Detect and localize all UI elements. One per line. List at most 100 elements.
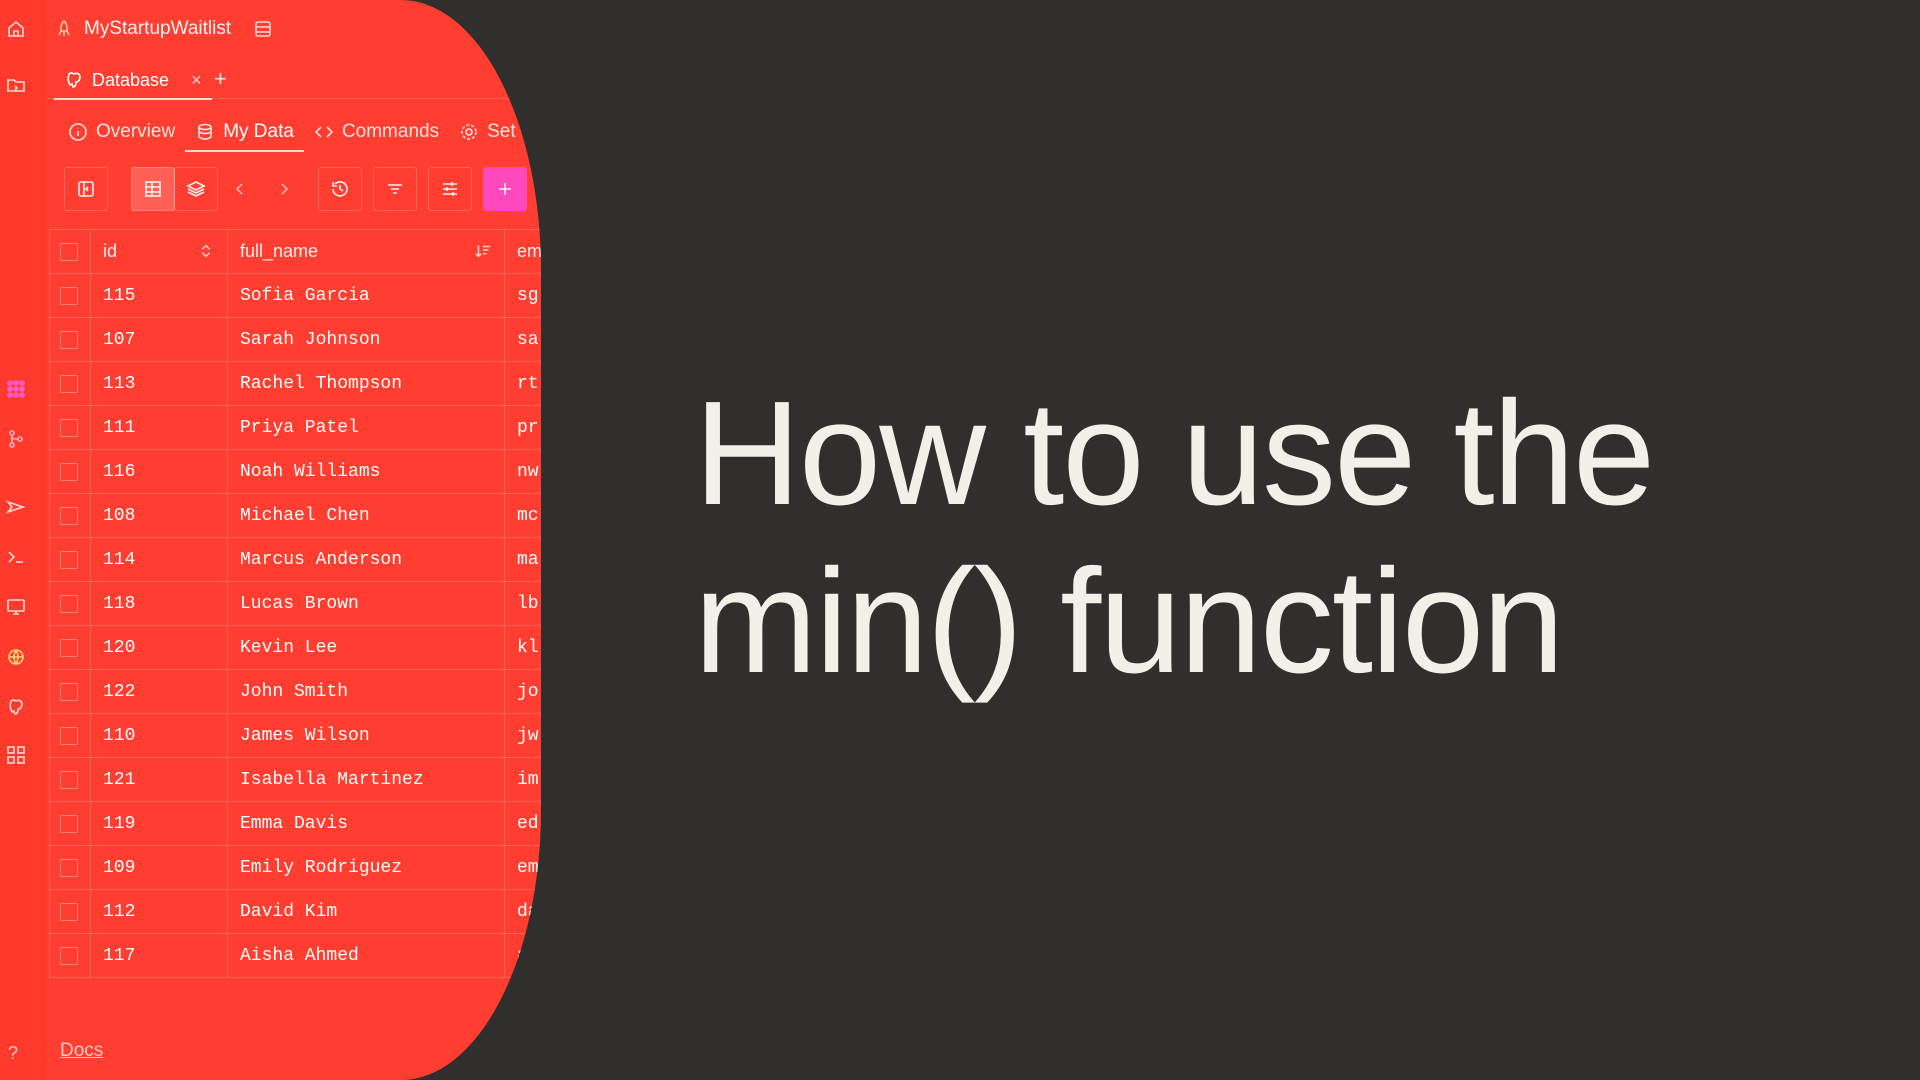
table-row[interactable]: 112 David Kim da — [49, 889, 541, 934]
table-view-button[interactable] — [131, 167, 175, 211]
table-row[interactable]: 111 Priya Patel pr — [49, 405, 541, 450]
columns-settings-button[interactable] — [428, 167, 472, 211]
table-row[interactable]: 113 Rachel Thompson rt — [49, 361, 541, 406]
cell-email[interactable]: jw — [504, 713, 541, 758]
cell-email[interactable]: em — [504, 845, 541, 890]
table-row[interactable]: 114 Marcus Anderson ma — [49, 537, 541, 582]
cell-id[interactable]: 114 — [90, 537, 228, 582]
table-row[interactable]: 121 Isabella Martinez im — [49, 757, 541, 802]
cell-email[interactable]: sa — [504, 317, 541, 362]
row-select-cell[interactable] — [49, 713, 91, 758]
table-row[interactable]: 109 Emily Rodriguez em — [49, 845, 541, 890]
row-checkbox[interactable] — [60, 286, 78, 305]
row-select-cell[interactable] — [49, 493, 91, 538]
apps-grid-icon[interactable] — [5, 378, 27, 400]
row-checkbox[interactable] — [60, 594, 78, 613]
cell-email[interactable]: ma — [504, 537, 541, 582]
table-row[interactable]: 119 Emma Davis ed — [49, 801, 541, 846]
cell-email[interactable]: pr — [504, 405, 541, 450]
cell-full-name[interactable]: John Smith — [227, 669, 505, 714]
cell-id[interactable]: 112 — [90, 889, 228, 934]
cell-full-name[interactable]: Priya Patel — [227, 405, 505, 450]
close-icon[interactable]: × — [191, 70, 202, 91]
table-row[interactable]: 118 Lucas Brown lb — [49, 581, 541, 626]
row-checkbox[interactable] — [60, 462, 78, 481]
cell-id[interactable]: 118 — [90, 581, 228, 626]
cell-email[interactable]: ed — [504, 801, 541, 846]
row-select-cell[interactable] — [49, 405, 91, 450]
column-header-email[interactable]: em — [504, 229, 541, 274]
branch-icon[interactable] — [5, 428, 27, 450]
cell-full-name[interactable]: Noah Williams — [227, 449, 505, 494]
sort-descending-icon[interactable] — [474, 242, 492, 260]
cell-email[interactable]: a. — [504, 933, 541, 978]
row-checkbox[interactable] — [60, 814, 78, 833]
row-select-cell[interactable] — [49, 669, 91, 714]
cell-id[interactable]: 115 — [90, 273, 228, 318]
extensions-icon[interactable] — [5, 744, 27, 766]
table-row[interactable]: 107 Sarah Johnson sa — [49, 317, 541, 362]
row-select-cell[interactable] — [49, 273, 91, 318]
server-icon[interactable] — [253, 19, 273, 39]
select-all-cell[interactable] — [49, 229, 91, 274]
table-row[interactable]: 110 James Wilson jw — [49, 713, 541, 758]
select-all-checkbox[interactable] — [60, 242, 78, 261]
cell-id[interactable]: 113 — [90, 361, 228, 406]
table-row[interactable]: 116 Noah Williams nw — [49, 449, 541, 494]
row-checkbox[interactable] — [60, 726, 78, 745]
cell-id[interactable]: 120 — [90, 625, 228, 670]
cell-email[interactable]: rt — [504, 361, 541, 406]
cell-id[interactable]: 107 — [90, 317, 228, 362]
cell-id[interactable]: 108 — [90, 493, 228, 538]
row-checkbox[interactable] — [60, 418, 78, 437]
row-select-cell[interactable] — [49, 933, 91, 978]
cell-id[interactable]: 111 — [90, 405, 228, 450]
tab-settings[interactable]: Set — [449, 114, 526, 150]
cell-full-name[interactable]: Michael Chen — [227, 493, 505, 538]
row-checkbox[interactable] — [60, 858, 78, 877]
folder-icon[interactable] — [5, 74, 27, 96]
toggle-sidebar-button[interactable] — [64, 167, 108, 211]
row-checkbox[interactable] — [60, 682, 78, 701]
row-checkbox[interactable] — [60, 506, 78, 525]
home-icon[interactable] — [5, 18, 27, 40]
row-select-cell[interactable] — [49, 889, 91, 934]
send-icon[interactable] — [5, 496, 27, 518]
cell-id[interactable]: 121 — [90, 757, 228, 802]
cell-email[interactable]: mc — [504, 493, 541, 538]
postgres-icon[interactable] — [5, 696, 27, 718]
cell-email[interactable]: da — [504, 889, 541, 934]
cell-email[interactable]: nw — [504, 449, 541, 494]
cell-full-name[interactable]: Emily Rodriguez — [227, 845, 505, 890]
cell-full-name[interactable]: Rachel Thompson — [227, 361, 505, 406]
row-checkbox[interactable] — [60, 770, 78, 789]
cell-email[interactable]: kl — [504, 625, 541, 670]
cell-id[interactable]: 109 — [90, 845, 228, 890]
row-checkbox[interactable] — [60, 550, 78, 569]
row-select-cell[interactable] — [49, 449, 91, 494]
cell-full-name[interactable]: Sarah Johnson — [227, 317, 505, 362]
row-checkbox[interactable] — [60, 946, 78, 965]
docs-link[interactable]: Docs — [60, 1040, 103, 1062]
tab-database[interactable]: Database × — [54, 62, 212, 100]
previous-button[interactable] — [218, 167, 262, 211]
table-row[interactable]: 122 John Smith jo — [49, 669, 541, 714]
table-row[interactable]: 120 Kevin Lee kl — [49, 625, 541, 670]
filter-button[interactable] — [373, 167, 417, 211]
row-select-cell[interactable] — [49, 845, 91, 890]
help-icon[interactable]: ? — [8, 1043, 18, 1064]
tab-my-data[interactable]: My Data — [185, 114, 304, 152]
cell-email[interactable]: jo — [504, 669, 541, 714]
history-button[interactable] — [318, 167, 362, 211]
cell-id[interactable]: 119 — [90, 801, 228, 846]
row-checkbox[interactable] — [60, 638, 78, 657]
cell-full-name[interactable]: Emma Davis — [227, 801, 505, 846]
terminal-icon[interactable] — [5, 546, 27, 568]
cell-id[interactable]: 117 — [90, 933, 228, 978]
cell-full-name[interactable]: Kevin Lee — [227, 625, 505, 670]
cell-id[interactable]: 122 — [90, 669, 228, 714]
row-checkbox[interactable] — [60, 902, 78, 921]
cell-id[interactable]: 116 — [90, 449, 228, 494]
row-checkbox[interactable] — [60, 374, 78, 393]
row-select-cell[interactable] — [49, 317, 91, 362]
